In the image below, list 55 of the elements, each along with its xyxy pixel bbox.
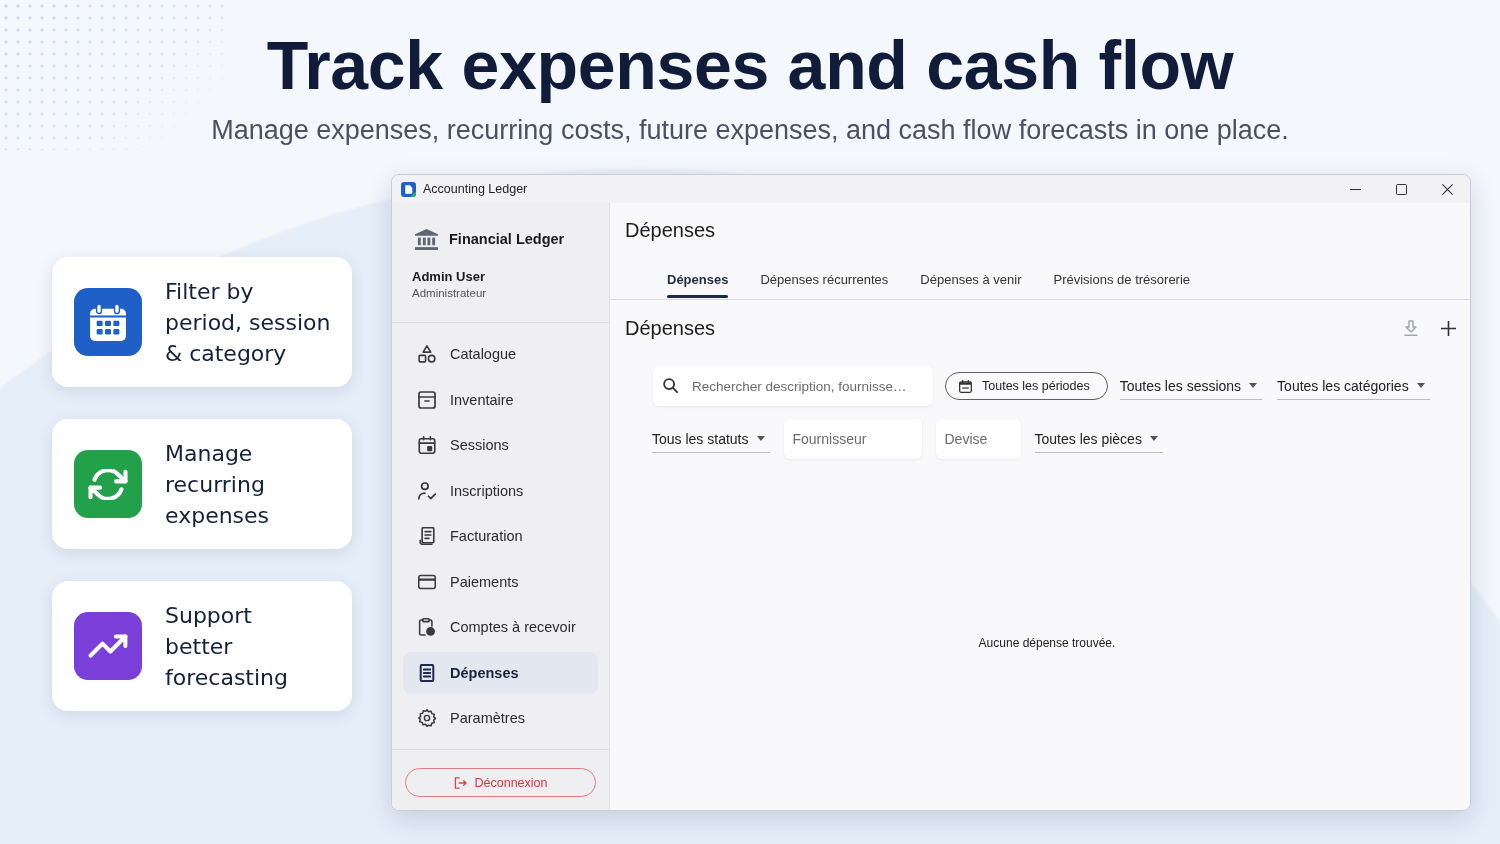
nav-item[interactable]: Inscriptions: [403, 469, 598, 512]
brand-name: Financial Ledger: [449, 231, 565, 247]
nav-item[interactable]: Paiements: [403, 560, 598, 603]
nav-item[interactable]: Comptes à recevoir: [403, 606, 598, 648]
currency-field[interactable]: Devise: [935, 419, 1021, 459]
status-dropdown[interactable]: Tous les statuts: [652, 425, 770, 453]
user-name: Admin User: [412, 269, 485, 285]
plus-icon[interactable]: [1441, 320, 1456, 336]
supplier-field[interactable]: Fournisseur: [783, 419, 922, 459]
tab[interactable]: Prévisions de trésorerie: [1037, 259, 1207, 299]
window-title: Accounting Ledger: [423, 182, 528, 196]
headline: Track expenses and cash flow: [266, 27, 1234, 103]
feature-text: Filter by period, session & category: [165, 277, 331, 368]
subheadline: Manage expenses, recurring costs, future expenses, and cash flow forecasts in one place.: [211, 114, 1289, 147]
caret-icon: [1416, 383, 1425, 388]
nav-item[interactable]: Catalogue: [403, 333, 598, 375]
calendar-icon: [959, 379, 972, 393]
clipboard-clock-icon: [418, 618, 436, 636]
category-dropdown[interactable]: Toutes les catégories: [1277, 372, 1430, 400]
close-icon[interactable]: [1441, 183, 1453, 195]
page-title: Dépenses: [625, 218, 716, 243]
attachment-dropdown[interactable]: Toutes les pièces: [1034, 425, 1163, 453]
empty-message: Aucune dépense trouvée.: [978, 635, 1116, 650]
nav-item[interactable]: Paramètres: [403, 697, 598, 739]
shapes-icon: [418, 345, 436, 363]
logout-icon: [453, 776, 467, 789]
nav-item[interactable]: Sessions: [403, 424, 598, 466]
caret-icon: [756, 436, 765, 441]
bank-icon: [415, 228, 438, 250]
nav-item[interactable]: Dépenses: [403, 651, 598, 694]
tab[interactable]: Dépenses: [651, 259, 745, 299]
calendar-icon: [418, 436, 436, 454]
tab[interactable]: Dépenses à venir: [904, 259, 1038, 299]
search-icon: [663, 378, 678, 393]
archive-box-icon: [418, 390, 436, 409]
period-filter-button[interactable]: Toutes les périodes: [945, 372, 1108, 400]
feature-text: Manage recurring expenses: [165, 439, 270, 530]
document-list-icon: [418, 663, 436, 682]
receipt-icon: [418, 527, 436, 545]
user-role: Administrateur: [412, 286, 487, 301]
nav-item[interactable]: Facturation: [403, 515, 598, 557]
caret-icon: [1149, 436, 1158, 441]
nav-item[interactable]: Inventaire: [403, 378, 598, 421]
settings-icon: [418, 709, 436, 727]
app-icon: [401, 181, 416, 197]
maximize-icon[interactable]: [1395, 183, 1407, 195]
session-dropdown[interactable]: Toutes les sessions: [1119, 372, 1263, 400]
section-title: Dépenses: [625, 316, 716, 341]
credit-card-icon: [418, 572, 436, 591]
feature-text: Support better forecasting: [165, 601, 288, 692]
tab[interactable]: Dépenses récurrentes: [744, 259, 905, 299]
minimize-icon[interactable]: [1349, 188, 1361, 190]
user-check-icon: [418, 481, 436, 500]
search-field[interactable]: Rechercher description, fournisse…: [653, 366, 933, 406]
caret-icon: [1249, 383, 1258, 388]
